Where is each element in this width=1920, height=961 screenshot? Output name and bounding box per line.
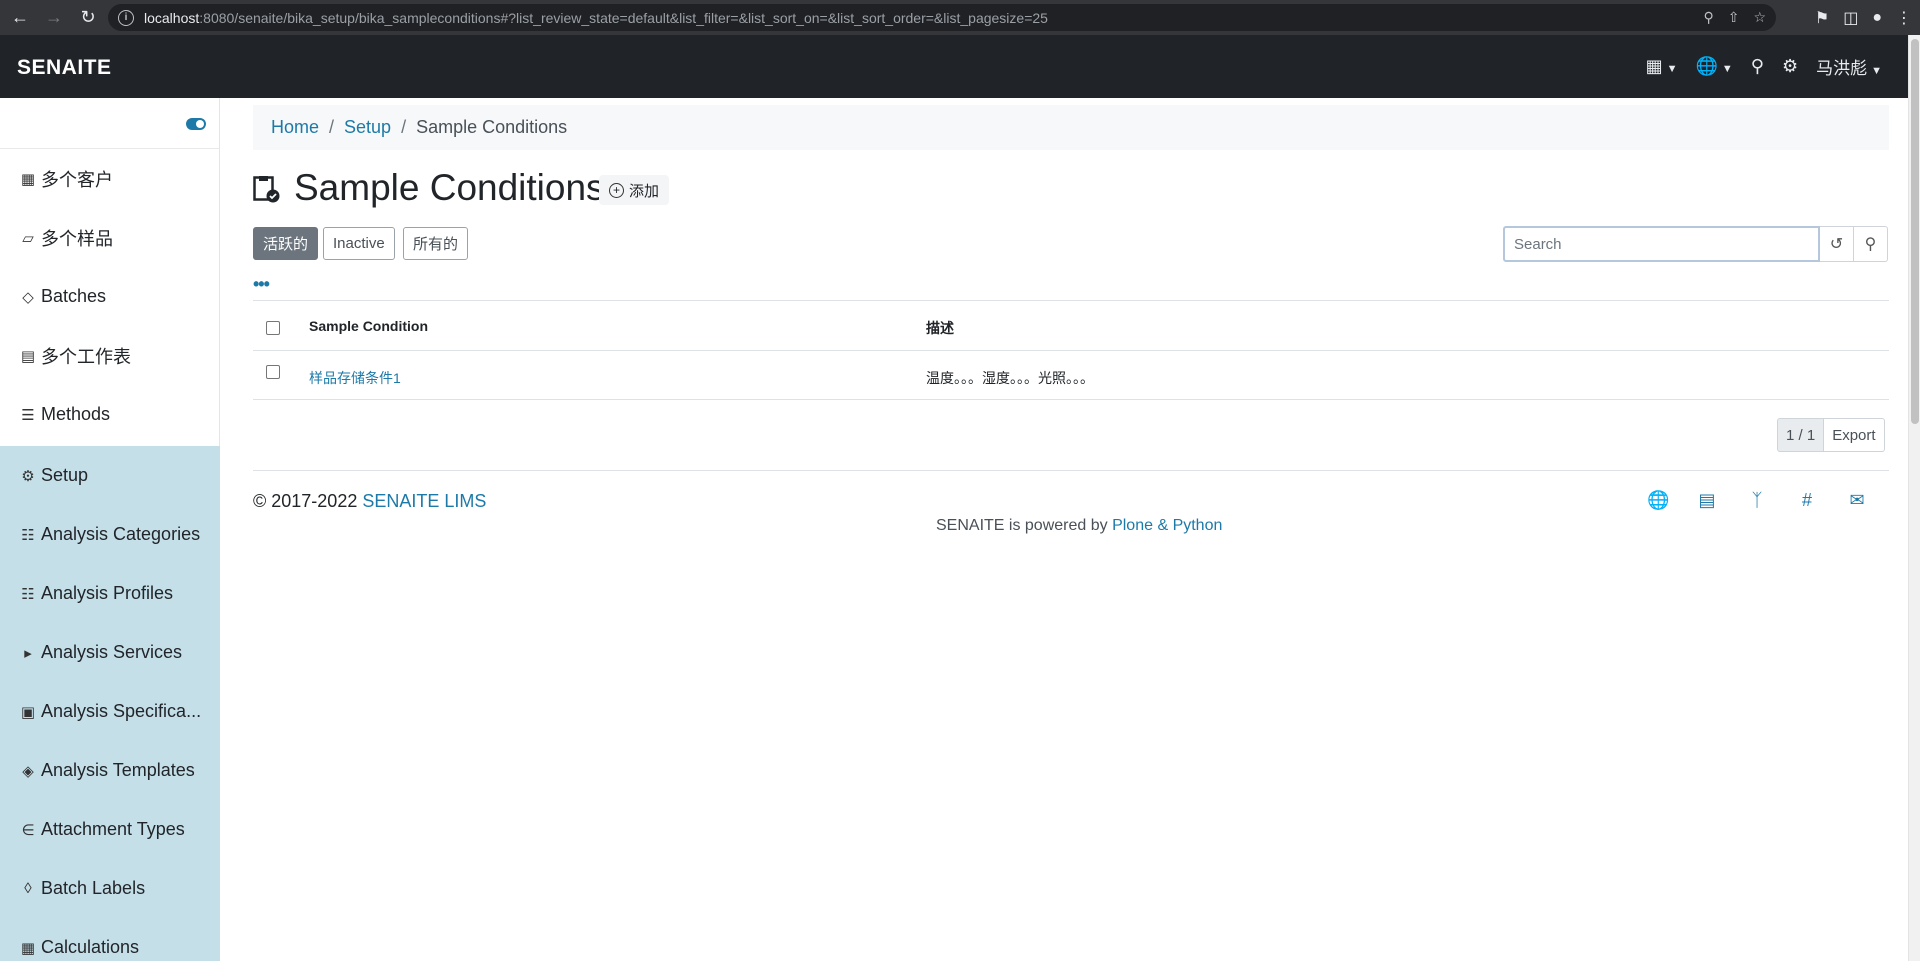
tags-icon: ◊	[24, 880, 32, 897]
sample-condition-link[interactable]: 样品存储条件1	[309, 370, 401, 386]
table-header-row: Sample Condition 描述	[253, 300, 1889, 350]
sidebar-item-batches[interactable]: ◇ Batches	[0, 267, 220, 326]
sitemap-icon: ☷	[21, 585, 35, 603]
apps-grid-icon[interactable]: ▦ ▼	[1646, 56, 1678, 77]
settings-gear-icon[interactable]: ⚙	[1782, 56, 1798, 77]
back-icon[interactable]: ←	[6, 4, 34, 32]
column-header-description[interactable]: 描述	[926, 318, 954, 338]
sidebar-item-analysis-categories[interactable]: ☷ Analysis Categories	[0, 505, 220, 564]
copyright: © 2017-2022 SENAITE LIMS	[253, 491, 487, 511]
sidebar-item-worksheets[interactable]: ▤ 多个工作表	[0, 326, 220, 385]
sidebar-item-analysis-services[interactable]: ▸ Analysis Services	[0, 623, 220, 682]
site-info-icon[interactable]: i	[118, 9, 134, 26]
column-header-sample-condition[interactable]: Sample Condition	[309, 318, 428, 334]
search-group: ↺ ⚲	[1503, 226, 1888, 262]
sidebar-item-batch-labels[interactable]: ◊ Batch Labels	[0, 859, 220, 918]
calculator-icon: ▦	[20, 939, 36, 957]
column-config-ellipsis-icon[interactable]: •••	[253, 275, 270, 293]
plone-python-link[interactable]: Plone & Python	[1112, 517, 1222, 534]
sidebar-item-analysis-specifications[interactable]: ▣ Analysis Specifica...	[0, 682, 220, 741]
zoom-icon[interactable]: ⚲	[1703, 9, 1713, 26]
plus-circle-icon: +	[609, 182, 624, 198]
url-text[interactable]: localhost:8080/senaite/bika_setup/bika_s…	[144, 10, 1048, 26]
reset-search-icon[interactable]: ↺	[1820, 226, 1854, 262]
paperclip-icon: ∈	[21, 821, 35, 839]
sidebar-item-samples[interactable]: ▱ 多个样品	[0, 208, 220, 267]
breadcrumb-current: Sample Conditions	[416, 117, 568, 137]
row-checkbox[interactable]	[266, 365, 280, 379]
senaite-logo[interactable]: SENAITE	[17, 56, 112, 80]
breadcrumb-separator: /	[329, 117, 335, 137]
sidebar: ▦ 多个客户 ▱ 多个样品 ◇ Batches ▤ 多个工作表 ☰ Methods ⚙ Se…	[0, 98, 220, 961]
pager: 1 / 1 Export	[1777, 418, 1885, 452]
sidebar-item-attachment-types[interactable]: ∈ Attachment Types	[0, 800, 220, 859]
description-cell: 温度。。。湿度。。。光照。。。	[926, 370, 1094, 386]
table-row: 样品存储条件1 温度。。。湿度。。。光照。。。	[253, 350, 1889, 399]
sample-conditions-table: Sample Condition 描述 样品存储条件1 温度。。。湿度。。。光照…	[253, 300, 1889, 400]
breadcrumb-setup-link[interactable]: Setup	[344, 117, 391, 138]
breadcrumb-separator: /	[401, 117, 407, 137]
powered-by: SENAITE is powered by Plone & Python	[936, 517, 1223, 534]
filter-active-button[interactable]: 活跃的	[253, 227, 319, 260]
bookmark-star-icon[interactable]: ☆	[1753, 9, 1766, 26]
sidebar-item-calculations[interactable]: ▦ Calculations	[0, 918, 220, 961]
page-count: 1 / 1	[1777, 418, 1825, 452]
user-menu[interactable]: 马洪彪 ▼	[1816, 54, 1882, 79]
bullhorn-icon: ▸	[24, 644, 32, 662]
search-submit-icon[interactable]: ⚲	[1854, 226, 1888, 262]
language-globe-icon[interactable]: 🌐 ▼	[1695, 56, 1732, 77]
sidebar-item-clients[interactable]: ▦ 多个客户	[0, 149, 220, 208]
side-panel-icon[interactable]: ◫	[1843, 8, 1858, 28]
filter-all-button[interactable]: 所有的	[403, 227, 469, 260]
search-input[interactable]	[1503, 226, 1820, 262]
breadcrumb-home-link[interactable]: Home	[271, 117, 319, 138]
sidebar-item-analysis-profiles[interactable]: ☷ Analysis Profiles	[0, 564, 220, 623]
layers-icon: ◇	[22, 288, 34, 306]
git-branch-icon[interactable]: ᛉ	[1747, 490, 1767, 511]
browser-menu-icon[interactable]: ⋮	[1896, 8, 1912, 28]
clipboard-icon: ▤	[20, 347, 36, 365]
page-title: Sample Conditions	[294, 167, 605, 208]
footer-divider	[253, 470, 1889, 471]
filter-inactive-button[interactable]: Inactive	[323, 227, 395, 260]
senaite-lims-link[interactable]: SENAITE LIMS	[362, 491, 486, 511]
forward-icon[interactable]: →	[40, 4, 68, 32]
select-all-checkbox[interactable]	[266, 321, 280, 335]
hashtag-icon[interactable]: #	[1797, 490, 1817, 511]
sidebar-toggle-icon[interactable]	[186, 118, 206, 130]
extensions-icon[interactable]: ⚑	[1815, 8, 1829, 28]
sitemap-icon: ☷	[21, 526, 35, 544]
scrollbar-thumb[interactable]	[1911, 39, 1919, 424]
sidebar-item-methods[interactable]: ☰ Methods	[0, 385, 220, 444]
comments-icon[interactable]: ✉	[1847, 490, 1867, 511]
share-icon[interactable]: ⇧	[1728, 9, 1740, 26]
browser-toolbar: ← → ↻ i localhost:8080/senaite/bika_setu…	[0, 0, 1920, 35]
globe-icon[interactable]: 🌐	[1647, 490, 1669, 511]
breadcrumb: Home / Setup / Sample Conditions	[253, 105, 1889, 150]
app-header: SENAITE ▦ ▼ 🌐 ▼ ⚲ ⚙ 马洪彪 ▼	[0, 35, 1908, 98]
export-button[interactable]: Export	[1824, 418, 1885, 452]
sample-condition-icon	[253, 176, 280, 203]
list-icon: ☰	[21, 406, 35, 424]
building-icon: ▦	[20, 170, 36, 188]
gears-icon: ⚙	[21, 467, 35, 485]
sidebar-item-analysis-templates[interactable]: ◈ Analysis Templates	[0, 741, 220, 800]
address-bar[interactable]: i localhost:8080/senaite/bika_setup/bika…	[108, 4, 1776, 31]
add-button[interactable]: + 添加	[599, 175, 670, 205]
table-bottom-border	[253, 399, 1889, 400]
search-icon[interactable]: ⚲	[1751, 56, 1764, 77]
flask-icon: ▱	[22, 229, 34, 247]
spec-icon: ▣	[20, 703, 36, 721]
sidebar-item-setup[interactable]: ⚙ Setup	[0, 446, 220, 505]
footer-links: 🌐 ▤ ᛉ # ✉	[1647, 490, 1867, 511]
book-icon[interactable]: ▤	[1697, 490, 1717, 511]
page-scrollbar[interactable]	[1908, 35, 1920, 961]
cube-icon: ◈	[22, 762, 34, 780]
profile-icon[interactable]: ●	[1872, 9, 1882, 27]
reload-icon[interactable]: ↻	[74, 4, 102, 32]
